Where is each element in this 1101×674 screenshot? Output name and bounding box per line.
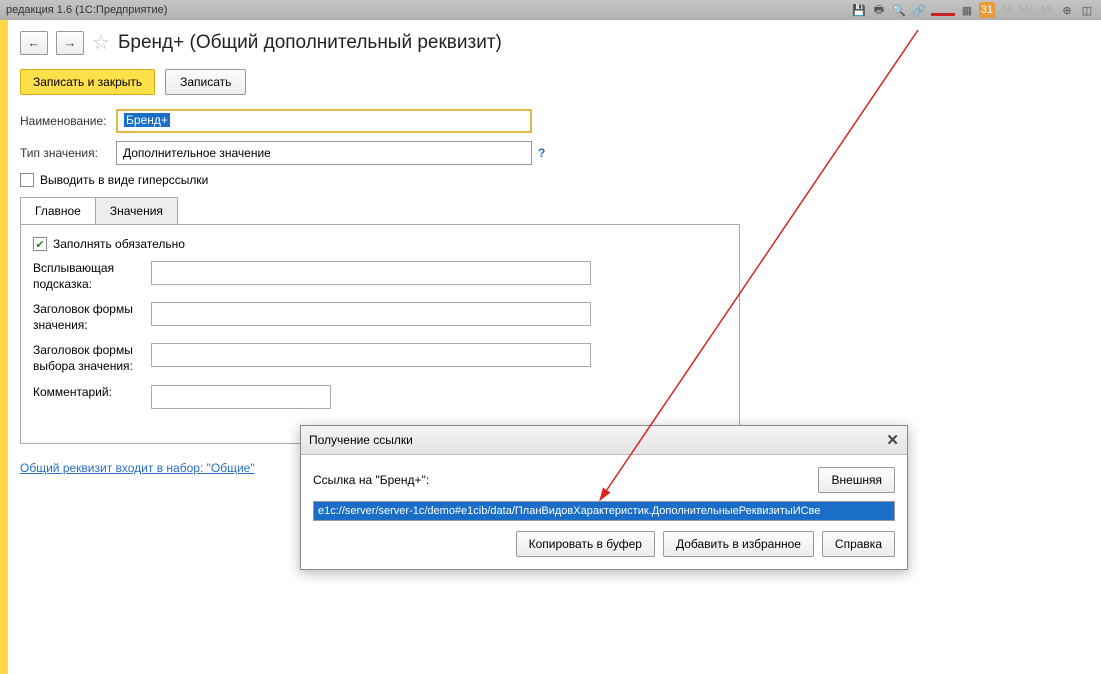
form-header-label: Заголовок формы значения:: [33, 302, 151, 333]
name-input[interactable]: Бренд+: [116, 109, 532, 133]
help-button[interactable]: Справка: [822, 531, 895, 557]
page-title: Бренд+ (Общий дополнительный реквизит): [118, 32, 502, 54]
form-header-input[interactable]: [151, 302, 591, 326]
set-link[interactable]: Общий реквизит входит в набор: "Общие": [20, 461, 255, 475]
save-close-button[interactable]: Записать и закрыть: [20, 69, 155, 95]
link-field[interactable]: e1c://server/server-1c/demo#e1cib/data/П…: [313, 501, 895, 521]
tab-body: ✔ Заполнять обязательно Всплывающая подс…: [20, 224, 740, 444]
tooltip-input[interactable]: [151, 261, 591, 285]
comment-input[interactable]: [151, 385, 331, 409]
get-link-icon[interactable]: [931, 0, 955, 16]
required-checkbox[interactable]: ✔: [33, 237, 47, 251]
get-link-dialog: Получение ссылки ✕ Ссылка на "Бренд+": В…: [300, 425, 908, 570]
m-icon[interactable]: M: [999, 2, 1015, 18]
comment-label: Комментарий:: [33, 385, 151, 401]
app-title: редакция 1.6 (1С:Предприятие): [6, 4, 167, 16]
calendar-icon[interactable]: 31: [979, 2, 995, 18]
required-label: Заполнять обязательно: [53, 237, 185, 251]
choice-header-input[interactable]: [151, 343, 591, 367]
left-accent: [0, 20, 8, 674]
external-button[interactable]: Внешняя: [818, 467, 895, 493]
link-icon[interactable]: 🔗: [911, 2, 927, 18]
type-input[interactable]: [116, 141, 532, 165]
back-button[interactable]: ←: [20, 31, 48, 55]
hyperlink-checkbox[interactable]: [20, 173, 34, 187]
forward-button[interactable]: →: [56, 31, 84, 55]
preview-icon[interactable]: 🔍: [891, 2, 907, 18]
copy-button[interactable]: Копировать в буфер: [516, 531, 655, 557]
titlebar-icons: 💾 🖶 🔍 🔗 ▦ 31 M M+ M- ⊕ ◫: [851, 2, 1095, 18]
mplus-icon[interactable]: M+: [1019, 2, 1035, 18]
choice-header-label: Заголовок формы выбора значения:: [33, 343, 151, 374]
hyperlink-label: Выводить в виде гиперссылки: [40, 173, 208, 187]
mminus-icon[interactable]: M-: [1039, 2, 1055, 18]
save-icon[interactable]: 💾: [851, 2, 867, 18]
close-icon[interactable]: ✕: [886, 431, 899, 449]
tooltip-label: Всплывающая подсказка:: [33, 261, 151, 292]
star-icon[interactable]: ☆: [92, 30, 110, 55]
save-button[interactable]: Записать: [165, 69, 246, 95]
name-label: Наименование:: [20, 114, 116, 128]
help-icon[interactable]: ?: [538, 146, 545, 160]
dialog-label: Ссылка на "Бренд+":: [313, 473, 429, 487]
favorite-button[interactable]: Добавить в избранное: [663, 531, 814, 557]
type-label: Тип значения:: [20, 146, 116, 160]
panels-icon[interactable]: ◫: [1079, 2, 1095, 18]
print-icon[interactable]: 🖶: [871, 2, 887, 18]
dialog-title: Получение ссылки: [309, 433, 413, 447]
tab-values[interactable]: Значения: [95, 197, 178, 225]
zoom-icon[interactable]: ⊕: [1059, 2, 1075, 18]
calc-icon[interactable]: ▦: [959, 2, 975, 18]
tab-main[interactable]: Главное: [20, 197, 96, 225]
